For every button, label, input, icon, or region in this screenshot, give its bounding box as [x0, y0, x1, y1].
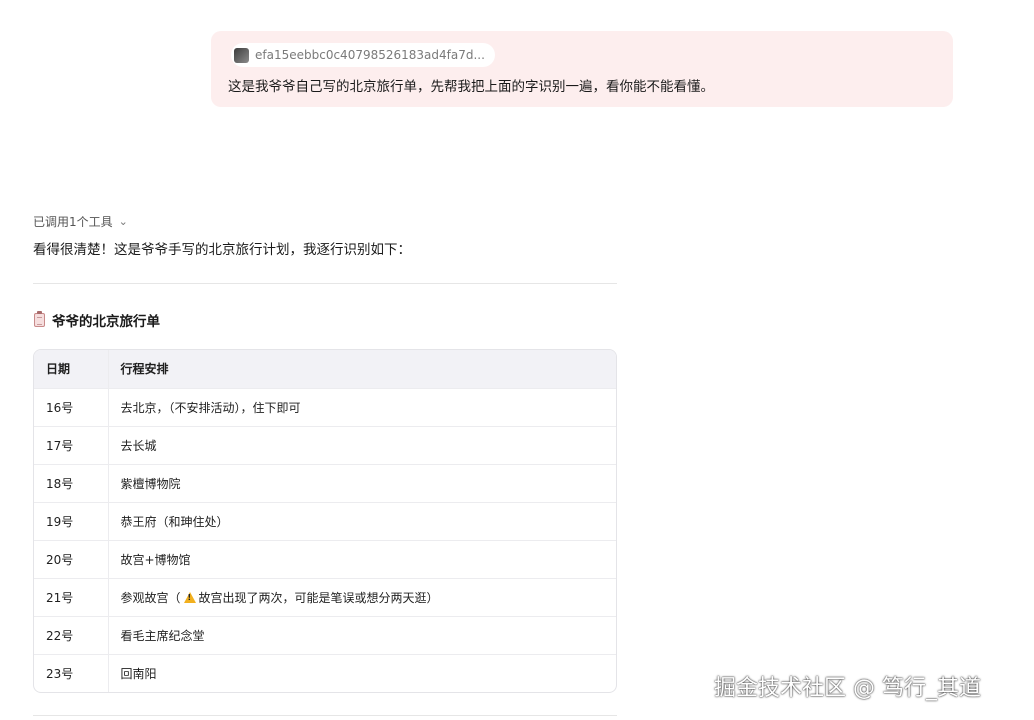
plan-text-prefix: 参观故宫（	[120, 590, 181, 605]
user-message-text: 这是我爷爷自己写的北京旅行单，先帮我把上面的字识别一遍，看你能不能看懂。	[228, 79, 714, 95]
plan-cell: 回南阳	[120, 666, 157, 681]
section-heading: 爷爷的北京旅行单	[34, 310, 160, 330]
attached-file-name: efa15eebbc0c40798526183ad4fa7d...	[255, 48, 485, 62]
image-thumbnail-icon	[234, 47, 249, 63]
date-cell: 20号	[34, 540, 109, 579]
itinerary-table: 日期 行程安排 16号 去北京，（不安排活动），住下即可 17号 去长城 18号…	[33, 349, 617, 693]
clipboard-icon	[34, 311, 45, 327]
plan-cell: 去长城	[108, 426, 616, 465]
date-cell: 17号	[34, 426, 109, 465]
table-row: 16号 去北京，（不安排活动），住下即可	[34, 388, 616, 427]
plan-cell: 去北京，（不安排活动），住下即可	[108, 388, 616, 427]
date-cell: 22号	[34, 616, 109, 655]
table-row: 19号 恭王府（和珅住处）	[34, 502, 616, 541]
assistant-intro-text: 看得很清楚！这是爷爷手写的北京旅行计划，我逐行识别如下：	[33, 242, 411, 258]
plan-cell: 紫檀博物院	[108, 464, 616, 503]
plan-text-suffix: 故宫出现了两次，可能是笔误或想分两天逛）	[198, 590, 439, 605]
table-row: 20号 故宫+博物馆	[34, 540, 616, 579]
section-divider	[33, 283, 617, 284]
table-row: 21号 参观故宫（ 故宫出现了两次，可能是笔误或想分两天逛）	[34, 578, 616, 617]
user-message-bubble: efa15eebbc0c40798526183ad4fa7d... 这是我爷爷自…	[211, 31, 953, 107]
table-row: 18号 紫檀博物院	[34, 464, 616, 503]
chevron-down-icon: ⌄	[118, 215, 128, 228]
plan-cell: 看毛主席纪念堂	[108, 616, 616, 655]
plan-cell: 恭王府（和珅住处）	[108, 502, 616, 541]
column-header-date: 日期	[34, 350, 109, 389]
watermark: 掘金技术社区 @ 笃行_其道	[714, 676, 981, 701]
tool-calls-label: 已调用1个工具	[33, 215, 113, 229]
section-heading-text: 爷爷的北京旅行单	[52, 314, 160, 330]
plan-cell: 故宫+博物馆	[108, 540, 616, 579]
date-cell: 21号	[34, 578, 109, 617]
attached-file-chip[interactable]: efa15eebbc0c40798526183ad4fa7d...	[231, 43, 495, 67]
table-row: 22号 看毛主席纪念堂	[34, 616, 616, 655]
date-cell: 16号	[34, 388, 109, 427]
column-header-plan: 行程安排	[108, 350, 616, 389]
table-row: 17号 去长城	[34, 426, 616, 465]
warning-icon	[183, 591, 196, 603]
section-divider-bottom	[33, 715, 617, 716]
date-cell: 18号	[34, 464, 109, 503]
date-cell: 19号	[34, 502, 109, 541]
table-row: 23号 回南阳	[34, 654, 616, 692]
tool-calls-toggle[interactable]: 已调用1个工具 ⌄	[33, 213, 128, 230]
table-header-row: 日期 行程安排	[34, 350, 616, 389]
plan-cell: 参观故宫（ 故宫出现了两次，可能是笔误或想分两天逛）	[108, 578, 616, 617]
date-cell: 23号	[34, 654, 109, 692]
